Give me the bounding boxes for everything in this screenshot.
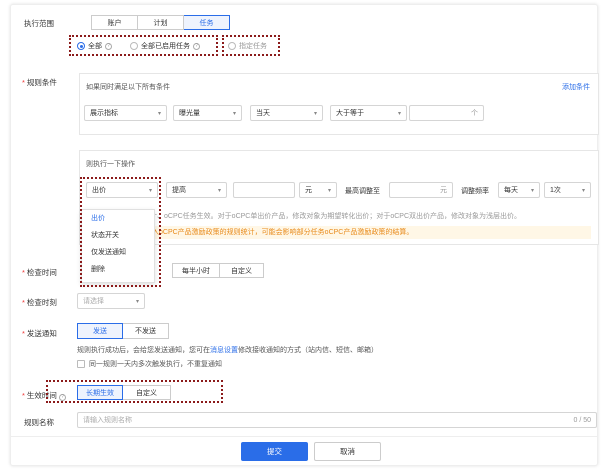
- metric-select[interactable]: 曝光量 ▾: [173, 105, 242, 121]
- annotation-highlight: [46, 380, 223, 403]
- rule-name-input[interactable]: 请输入规则名称 0 / 50: [77, 412, 597, 428]
- condition-value-input[interactable]: 个: [409, 105, 484, 121]
- max-label: 最高调整至: [345, 188, 380, 195]
- rule-name-label: 规则名称: [24, 418, 54, 427]
- option-every-half-hour[interactable]: 每半小时: [172, 263, 220, 278]
- rule-panel: 执行范围 账户 计划 任务 全部 ? 全部已启用任务 ? 指定任务 * 规则条件 …: [10, 4, 599, 466]
- adjust-amount-input[interactable]: [233, 182, 295, 198]
- scope-label: 执行范围: [24, 19, 54, 28]
- scope-tabs: 账户 计划 任务: [91, 15, 230, 30]
- no-duplicate-notify-checkbox[interactable]: 同一规则一天内多次触发执行，不重复通知: [77, 359, 222, 369]
- freq-count-select[interactable]: 1次 ▾: [544, 182, 591, 198]
- char-counter: 0 / 50: [573, 416, 591, 424]
- option-custom-time[interactable]: 自定义: [220, 263, 264, 278]
- chevron-down-icon: ▾: [157, 110, 161, 117]
- chevron-down-icon: ▾: [530, 187, 534, 194]
- option-send[interactable]: 发送: [77, 323, 123, 339]
- check-moment-label: * 检查时刻: [22, 298, 57, 307]
- chevron-down-icon: ▾: [581, 187, 585, 194]
- check-moment-select[interactable]: 请选择 ▾: [77, 293, 145, 309]
- tab-account[interactable]: 账户: [91, 15, 138, 30]
- condition-title: 如果同时满足以下所有条件: [86, 84, 170, 91]
- chevron-down-icon: ▾: [232, 110, 236, 117]
- condition-box: 如果同时满足以下所有条件 添加条件: [79, 73, 599, 135]
- cancel-button[interactable]: 取消: [314, 442, 381, 461]
- annotation-highlight: [69, 35, 218, 56]
- chevron-down-icon: ▾: [313, 110, 317, 117]
- freq-period-select[interactable]: 每天 ▾: [498, 182, 540, 198]
- annotation-highlight: [222, 35, 280, 56]
- action-hint: 计、oCPC任务生效。对于oCPC单出价产品，修改对象为期望转化出价；对于oCP…: [150, 213, 522, 220]
- check-time-options: 每半小时 自定义: [172, 263, 264, 278]
- add-condition-link[interactable]: 添加条件: [562, 82, 590, 92]
- tab-task[interactable]: 任务: [184, 15, 230, 30]
- chevron-down-icon: ▾: [135, 298, 139, 305]
- check-time-label: * 检查时间: [22, 268, 57, 277]
- metric-type-select[interactable]: 展示指标 ▾: [84, 105, 167, 121]
- operator-select[interactable]: 大于等于 ▾: [330, 105, 407, 121]
- max-adjust-input[interactable]: 元: [389, 182, 453, 198]
- footer-divider: [11, 436, 597, 437]
- notify-label: * 发送通知: [22, 329, 57, 338]
- submit-button[interactable]: 提交: [241, 442, 308, 461]
- chevron-down-icon: ▾: [327, 187, 331, 194]
- checkbox-icon: [77, 360, 85, 368]
- chevron-down-icon: ▾: [217, 187, 221, 194]
- chevron-down-icon: ▾: [397, 110, 401, 117]
- freq-label: 调整频率: [461, 188, 489, 195]
- option-no-send[interactable]: 不发送: [123, 323, 169, 339]
- action-warning: 入oCPC产品激励政策的规则统计，可能会影响部分任务oCPC产品激励政策的结算。: [150, 226, 591, 239]
- message-settings-link[interactable]: 消息设置: [210, 347, 238, 354]
- rules-label: * 规则条件: [22, 78, 57, 87]
- tab-plan[interactable]: 计划: [138, 15, 184, 30]
- unit-select[interactable]: 元 ▾: [299, 182, 337, 198]
- direction-select[interactable]: 提高 ▾: [166, 182, 227, 198]
- action-title: 则执行一下操作: [86, 161, 135, 168]
- annotation-highlight: [80, 177, 161, 287]
- period-select[interactable]: 当天 ▾: [250, 105, 323, 121]
- notify-description: 规则执行成功后，会给您发送通知，您可在消息设置修改接收通知的方式（站内信、短信、…: [77, 347, 378, 354]
- notify-options: 发送 不发送: [77, 323, 169, 339]
